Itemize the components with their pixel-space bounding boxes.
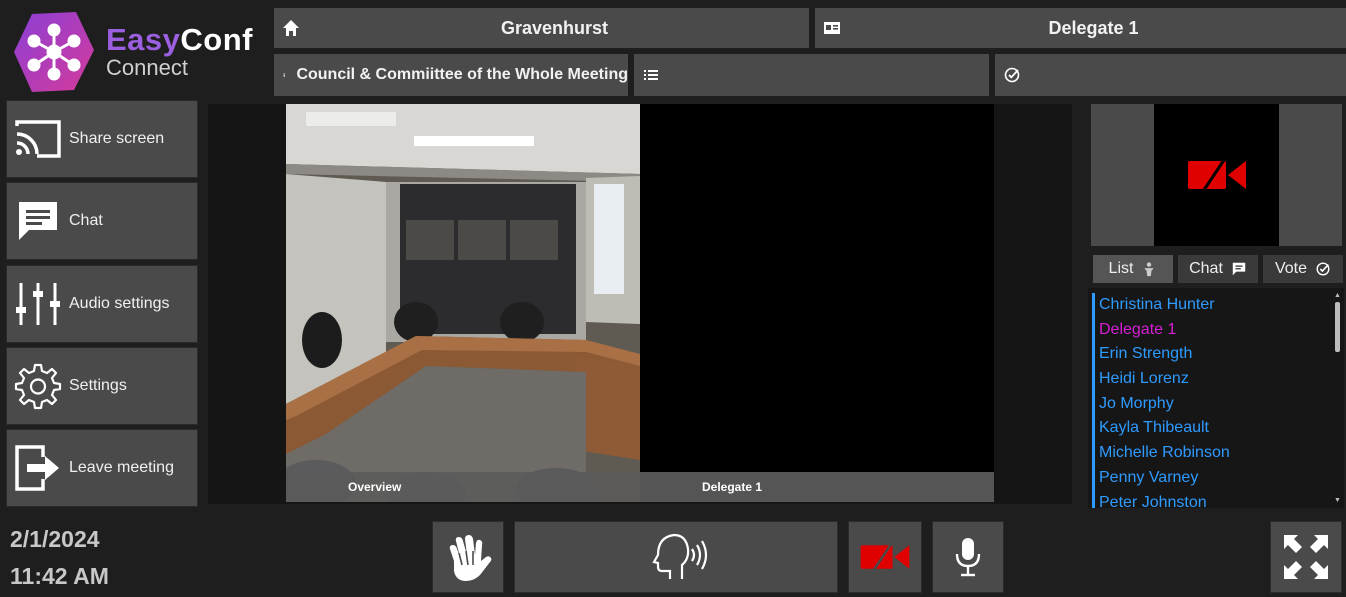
- menu-label: Chat: [69, 212, 103, 229]
- video-off-icon: [1187, 156, 1246, 194]
- fullscreen-button[interactable]: [1270, 521, 1342, 593]
- location-name: Gravenhurst: [500, 17, 609, 38]
- logo-mark-icon: [14, 12, 94, 92]
- tab-label: Chat: [1189, 260, 1223, 277]
- chat-icon: [19, 202, 57, 240]
- podium-icon: [1145, 262, 1154, 277]
- participant-list[interactable]: Christina Hunter Delegate 1 Erin Strength H…: [1088, 288, 1344, 508]
- podium-icon: [282, 73, 286, 77]
- tab-chat[interactable]: Chat: [1178, 255, 1258, 283]
- gear-icon: [14, 363, 62, 410]
- video-off-icon: [860, 541, 910, 573]
- menu-label: Share screen: [69, 130, 165, 147]
- meeting-bar[interactable]: Council & Commiittee of the Whole Meetin…: [274, 54, 628, 96]
- scrollbar-thumb[interactable]: [1335, 302, 1340, 352]
- microphone-icon: [955, 538, 981, 577]
- participant-item[interactable]: Christina Hunter: [1088, 293, 1344, 318]
- app-logo: EasyConf Connect: [0, 0, 270, 97]
- expand-icon: [1284, 535, 1328, 579]
- toggle-video-button[interactable]: [848, 521, 922, 593]
- check-circle-icon: [1316, 262, 1330, 276]
- menu-label: Settings: [69, 377, 127, 394]
- settings-button[interactable]: Settings: [6, 347, 198, 425]
- menu-label: Leave meeting: [69, 459, 174, 476]
- exit-icon: [15, 445, 59, 491]
- sliders-icon: [16, 283, 60, 325]
- current-time: 11:42 AM: [10, 563, 109, 589]
- leave-meeting-button[interactable]: Leave meeting: [6, 429, 198, 507]
- id-card-icon: [824, 22, 840, 34]
- request-to-speak-button[interactable]: [514, 521, 838, 593]
- tab-list[interactable]: List: [1093, 255, 1173, 283]
- meeting-title: Council & Commiittee of the Whole Meetin…: [296, 66, 628, 83]
- scrollbar[interactable]: ▲ ▼: [1330, 288, 1344, 508]
- chat-icon: [1232, 262, 1246, 276]
- tab-label: List: [1108, 260, 1134, 277]
- tab-label: Vote: [1274, 260, 1308, 277]
- audio-settings-button[interactable]: Audio settings: [6, 265, 198, 343]
- check-circle-icon: [1004, 67, 1020, 83]
- scroll-down-icon[interactable]: ▼: [1334, 497, 1341, 504]
- participant-item[interactable]: Peter Johnston: [1088, 490, 1344, 508]
- share-screen-button[interactable]: Share screen: [6, 100, 198, 178]
- participant-item[interactable]: Heidi Lorenz: [1088, 367, 1344, 392]
- user-name: Delegate 1: [1048, 17, 1139, 38]
- agenda-bar[interactable]: [634, 54, 989, 96]
- participant-item[interactable]: Jo Morphy: [1088, 391, 1344, 417]
- participant-item[interactable]: Michelle Robinson: [1088, 441, 1344, 466]
- current-date: 2/1/2024: [10, 526, 100, 552]
- chat-button[interactable]: Chat: [6, 182, 198, 260]
- room-camera-feed: [286, 104, 640, 502]
- brand-subtitle: Connect: [106, 55, 188, 80]
- brand-part2: Conf: [180, 22, 253, 57]
- menu-label: Audio settings: [69, 295, 170, 312]
- raise-hand-icon: [449, 535, 492, 581]
- video-tile-delegate[interactable]: Delegate 1: [640, 104, 994, 502]
- video-tile-label: Delegate 1: [640, 472, 994, 502]
- user-bar[interactable]: Delegate 1: [815, 8, 1346, 48]
- home-icon: [283, 20, 299, 36]
- speak-icon: [652, 533, 708, 579]
- self-video-frame: [1154, 104, 1279, 246]
- toggle-mic-button[interactable]: [932, 521, 1004, 593]
- scroll-up-icon[interactable]: ▲: [1334, 292, 1341, 299]
- raise-hand-button[interactable]: [432, 521, 504, 593]
- participant-item[interactable]: Delegate 1: [1088, 317, 1344, 343]
- video-stage: Overview Delegate 1: [208, 104, 1072, 504]
- participant-item[interactable]: Penny Varney: [1088, 465, 1344, 491]
- video-tile-overview[interactable]: Overview: [286, 104, 640, 502]
- list-icon: [644, 70, 658, 80]
- participant-item[interactable]: Erin Strength: [1088, 342, 1344, 367]
- tab-vote[interactable]: Vote: [1263, 255, 1343, 283]
- self-video-preview[interactable]: [1091, 104, 1342, 246]
- cast-icon: [15, 120, 61, 158]
- location-bar[interactable]: Gravenhurst: [274, 8, 809, 48]
- participant-item[interactable]: Kayla Thibeault: [1088, 416, 1344, 441]
- video-tile-label: Overview: [286, 472, 640, 502]
- vote-bar[interactable]: [995, 54, 1346, 96]
- brand-part1: Easy: [106, 22, 181, 57]
- brand-name: EasyConf: [106, 22, 253, 58]
